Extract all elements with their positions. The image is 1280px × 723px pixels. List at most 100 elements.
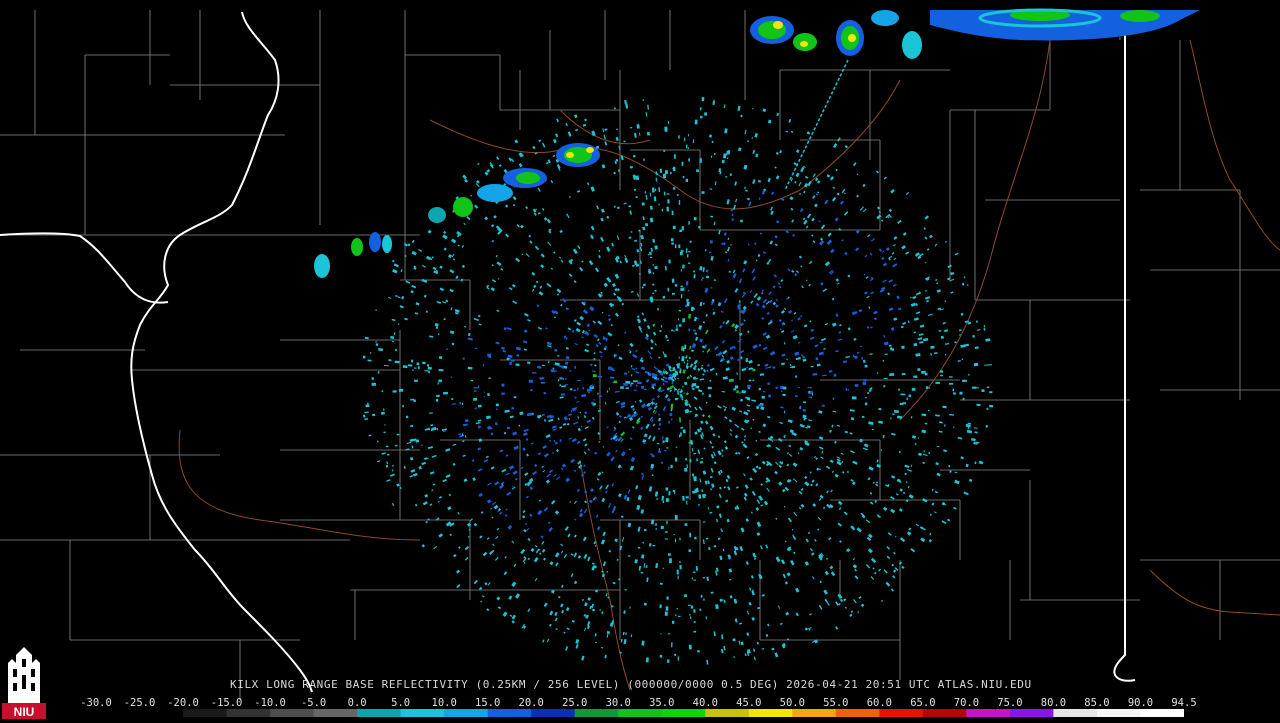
echo-speckle (477, 404, 482, 408)
echo-speckle (674, 244, 677, 249)
echo-speckle (767, 119, 772, 124)
echo-speckle (775, 446, 781, 451)
echo-speckle (599, 350, 603, 354)
echo-speckle (541, 208, 545, 211)
echo-speckle (659, 654, 663, 658)
echo-speckle (518, 163, 523, 168)
colorbar-tick-label: 94.5 (1171, 697, 1197, 709)
echo-speckle (642, 216, 645, 221)
echo-speckle (701, 97, 705, 102)
echo-speckle (607, 332, 613, 337)
echo-speckle (771, 647, 775, 651)
echo-speckle (584, 500, 588, 504)
echo-speckle (861, 415, 865, 418)
echo-speckle (890, 508, 896, 514)
echo-speckle (442, 478, 447, 483)
echo-speckle (587, 556, 591, 562)
echo-speckle (659, 168, 663, 173)
echo-speckle (561, 385, 566, 388)
echo-speckle (408, 364, 413, 367)
echo-speckle (869, 501, 874, 505)
echo-speckle (670, 403, 674, 409)
echo-speckle (442, 301, 447, 304)
echo-speckle (638, 399, 643, 403)
colorbar-segment (792, 709, 837, 717)
echo-speckle (680, 288, 684, 291)
echo-speckle (540, 264, 545, 269)
echo-speckle (642, 226, 646, 231)
echo-speckle (568, 195, 571, 198)
echo-speckle (689, 363, 694, 368)
echo-speckle (575, 638, 580, 644)
echo-speckle (741, 390, 746, 394)
echo-speckle (759, 232, 762, 235)
echo-speckle (599, 485, 603, 490)
echo-speckle (795, 395, 798, 398)
echo-speckle (430, 424, 434, 427)
echo-speckle (623, 140, 626, 143)
echo-speckle (748, 602, 752, 606)
echo-speckle (527, 538, 531, 542)
echo-speckle (445, 448, 451, 452)
echo-speckle (852, 460, 858, 465)
colorbar-tick-label: -10.0 (254, 697, 286, 709)
echo-speckle (927, 313, 933, 317)
echo-speckle (381, 452, 386, 455)
echo-speckle (705, 537, 709, 540)
echo-speckle (781, 488, 786, 493)
echo-speckle (545, 479, 551, 484)
echo-speckle (421, 278, 427, 283)
echo-speckle (826, 174, 831, 178)
echo-speckle (859, 438, 863, 443)
echo-speckle (765, 334, 771, 339)
echo-speckle (798, 181, 802, 187)
echo-speckle (940, 335, 944, 339)
colorbar-segment (139, 709, 184, 717)
echo-speckle (537, 366, 542, 369)
echo-speckle (378, 348, 384, 352)
echo-speckle (466, 216, 471, 221)
echo-speckle (767, 177, 771, 183)
echo-speckle (961, 358, 964, 361)
echo-speckle (762, 332, 767, 336)
echo-speckle (579, 508, 583, 513)
echo-speckle (490, 466, 495, 470)
echo-speckle (891, 475, 896, 479)
echo-speckle (818, 446, 824, 450)
echo-speckle (548, 527, 553, 532)
echo-speckle (949, 470, 952, 473)
echo-speckle (805, 538, 809, 543)
echo-speckle (900, 325, 904, 329)
echo-speckle (437, 333, 440, 336)
echo-speckle (606, 570, 609, 573)
echo-speckle (439, 287, 445, 292)
echo-speckle (554, 611, 558, 617)
echo-speckle (865, 276, 869, 279)
echo-speckle (838, 227, 842, 231)
echo-speckle (944, 424, 946, 427)
echo-speckle (546, 473, 551, 478)
echo-speckle (767, 382, 770, 385)
echo-speckle (679, 368, 682, 374)
colorbar-tick-label: 10.0 (431, 697, 457, 709)
echo-speckle (898, 561, 903, 565)
niu-logo: NIU (2, 645, 46, 719)
echo-speckle (874, 500, 878, 503)
echo-speckle (736, 372, 738, 376)
echo-speckle (570, 573, 574, 578)
echo-speckle (734, 329, 738, 332)
echo-speckle (471, 459, 475, 462)
echo-speckle (410, 469, 416, 473)
echo-speckle (582, 464, 586, 468)
echo-speckle (560, 550, 564, 554)
echo-speckle (438, 356, 443, 359)
echo-speckle (883, 377, 888, 379)
echo-speckle (771, 440, 774, 443)
echo-speckle (515, 363, 520, 367)
echo-speckle (513, 445, 519, 451)
echo-speckle (794, 273, 798, 277)
echo-speckle (681, 294, 683, 299)
echo-speckle (921, 413, 927, 417)
echo-speckle (414, 379, 418, 382)
echo-speckle (662, 382, 665, 386)
